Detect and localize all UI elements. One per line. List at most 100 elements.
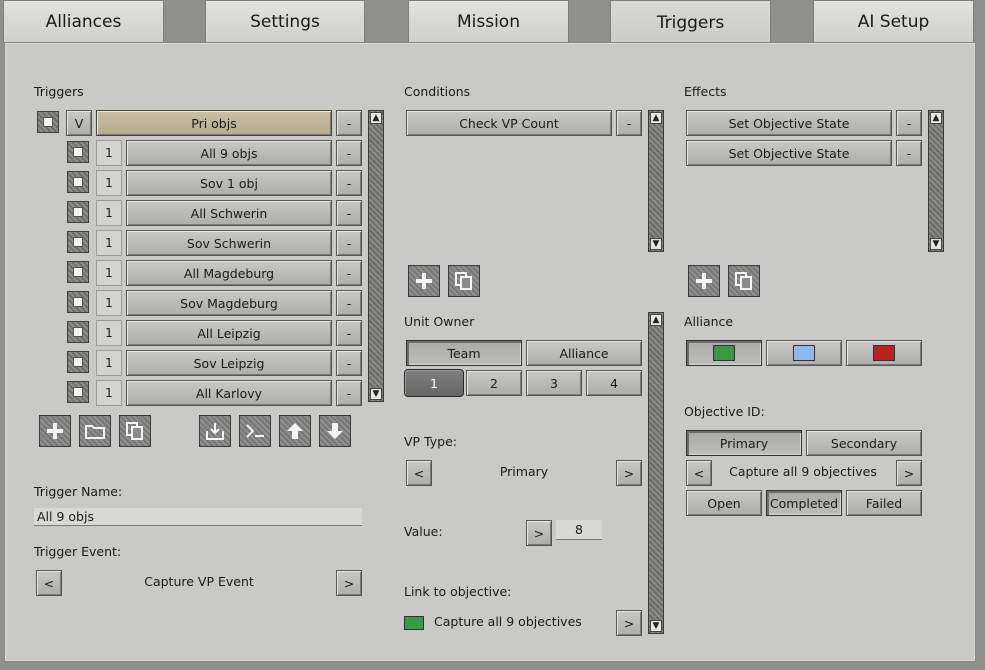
- tab-mission[interactable]: Mission: [408, 0, 569, 42]
- copy-condition-button[interactable]: [448, 265, 480, 297]
- vp-type-prev[interactable]: <: [406, 460, 432, 486]
- copy-icon: [455, 272, 472, 290]
- trigger-row-item[interactable]: All Schwerin: [126, 200, 332, 226]
- team-4-button[interactable]: 4: [586, 370, 642, 396]
- trigger-row-count: 1: [96, 320, 122, 346]
- trigger-parent-toggle[interactable]: V: [66, 110, 92, 136]
- trigger-row-item[interactable]: All Leipzig: [126, 320, 332, 346]
- tab-triggers[interactable]: Triggers: [610, 0, 771, 44]
- objective-prev[interactable]: <: [686, 460, 712, 486]
- trigger-parent-remove[interactable]: -: [336, 110, 362, 136]
- tab-settings[interactable]: Settings: [205, 0, 365, 42]
- trigger-row-remove[interactable]: -: [336, 350, 362, 376]
- trigger-row-checkbox[interactable]: [67, 291, 89, 313]
- trigger-row-checkbox[interactable]: [67, 381, 89, 403]
- folder-button[interactable]: [79, 415, 111, 447]
- trigger-row-checkbox[interactable]: [67, 141, 89, 163]
- trigger-row-remove[interactable]: -: [336, 380, 362, 406]
- trigger-list-scrollbar[interactable]: ▲ ▼: [368, 110, 384, 402]
- trigger-row-checkbox[interactable]: [67, 321, 89, 343]
- triggers-heading: Triggers: [34, 84, 84, 99]
- trigger-event-prev[interactable]: <: [36, 570, 62, 596]
- scroll-up-icon[interactable]: ▲: [370, 112, 382, 124]
- effect-remove-2[interactable]: -: [896, 140, 922, 166]
- copy-icon: [126, 422, 143, 440]
- scroll-up-icon[interactable]: ▲: [650, 314, 662, 326]
- alliance-red-swatch: [873, 345, 895, 361]
- conditions-scrollbar[interactable]: ▲ ▼: [648, 110, 664, 252]
- objective-primary-button[interactable]: Primary: [686, 430, 802, 456]
- trigger-row-item[interactable]: Sov Magdeburg: [126, 290, 332, 316]
- owner-team-button[interactable]: Team: [406, 340, 522, 366]
- team-1-button[interactable]: 1: [404, 369, 464, 397]
- team-3-button[interactable]: 3: [526, 370, 582, 396]
- trigger-row-remove[interactable]: -: [336, 230, 362, 256]
- trigger-name-input[interactable]: All 9 objs: [34, 508, 362, 526]
- trigger-row-remove[interactable]: -: [336, 170, 362, 196]
- trigger-row-remove[interactable]: -: [336, 290, 362, 316]
- effect-remove-1[interactable]: -: [896, 110, 922, 136]
- copy-trigger-button[interactable]: [119, 415, 151, 447]
- value-input[interactable]: 8: [556, 520, 602, 540]
- scroll-up-icon[interactable]: ▲: [930, 112, 942, 124]
- state-open-button[interactable]: Open: [686, 490, 762, 516]
- trigger-row-item[interactable]: Sov Schwerin: [126, 230, 332, 256]
- state-completed-button[interactable]: Completed: [766, 490, 842, 516]
- trigger-row-remove[interactable]: -: [336, 140, 362, 166]
- team-2-button[interactable]: 2: [466, 370, 522, 396]
- conditions-heading: Conditions: [404, 84, 471, 99]
- link-objective-next[interactable]: >: [616, 610, 642, 636]
- move-down-button[interactable]: [319, 415, 351, 447]
- trigger-row-remove[interactable]: -: [336, 320, 362, 346]
- objective-secondary-button[interactable]: Secondary: [806, 430, 922, 456]
- scroll-down-icon[interactable]: ▼: [370, 388, 382, 400]
- trigger-row-item[interactable]: All 9 objs: [126, 140, 332, 166]
- value-increment-button[interactable]: >: [526, 520, 552, 546]
- alliance-blue-button[interactable]: [766, 340, 842, 366]
- copy-icon: [735, 272, 752, 290]
- link-objective-value: Capture all 9 objectives: [434, 614, 582, 629]
- trigger-row-item[interactable]: Sov Leipzig: [126, 350, 332, 376]
- import-button[interactable]: [199, 415, 231, 447]
- tab-alliances[interactable]: Alliances: [3, 0, 164, 42]
- trigger-event-next[interactable]: >: [336, 570, 362, 596]
- plus-icon: [416, 273, 432, 289]
- alliance-red-button[interactable]: [846, 340, 922, 366]
- trigger-row-remove[interactable]: -: [336, 200, 362, 226]
- effect-item-1[interactable]: Set Objective State: [686, 110, 892, 136]
- scroll-down-icon[interactable]: ▼: [930, 238, 942, 250]
- alliance-green-button[interactable]: [686, 340, 762, 366]
- trigger-event-value: Capture VP Event: [144, 574, 254, 589]
- trigger-row-checkbox[interactable]: [67, 351, 89, 373]
- objective-next[interactable]: >: [896, 460, 922, 486]
- add-effect-button[interactable]: [688, 265, 720, 297]
- add-condition-button[interactable]: [408, 265, 440, 297]
- trigger-parent-checkbox[interactable]: [37, 111, 59, 133]
- effect-item-2[interactable]: Set Objective State: [686, 140, 892, 166]
- trigger-row-item[interactable]: Sov 1 obj: [126, 170, 332, 196]
- trigger-row-checkbox[interactable]: [67, 261, 89, 283]
- effects-scrollbar[interactable]: ▲ ▼: [928, 110, 944, 252]
- add-trigger-button[interactable]: [39, 415, 71, 447]
- trigger-row-remove[interactable]: -: [336, 260, 362, 286]
- owner-alliance-button[interactable]: Alliance: [526, 340, 642, 366]
- trigger-row-checkbox[interactable]: [67, 201, 89, 223]
- trigger-row-item[interactable]: All Magdeburg: [126, 260, 332, 286]
- condition-remove[interactable]: -: [616, 110, 642, 136]
- trigger-parent-item[interactable]: Pri objs: [96, 110, 332, 136]
- trigger-row-checkbox[interactable]: [67, 231, 89, 253]
- tab-ai-setup[interactable]: AI Setup: [813, 0, 974, 42]
- scroll-down-icon[interactable]: ▼: [650, 620, 662, 632]
- trigger-row-checkbox[interactable]: [67, 171, 89, 193]
- state-failed-button[interactable]: Failed: [846, 490, 922, 516]
- trigger-row-item[interactable]: All Karlovy: [126, 380, 332, 406]
- scroll-down-icon[interactable]: ▼: [650, 238, 662, 250]
- scroll-up-icon[interactable]: ▲: [650, 112, 662, 124]
- condition-details-scrollbar[interactable]: ▲ ▼: [648, 312, 664, 634]
- vp-type-next[interactable]: >: [616, 460, 642, 486]
- vp-type-value: Primary: [499, 464, 549, 479]
- condition-item[interactable]: Check VP Count: [406, 110, 612, 136]
- move-up-button[interactable]: [279, 415, 311, 447]
- copy-effect-button[interactable]: [728, 265, 760, 297]
- console-button[interactable]: [239, 415, 271, 447]
